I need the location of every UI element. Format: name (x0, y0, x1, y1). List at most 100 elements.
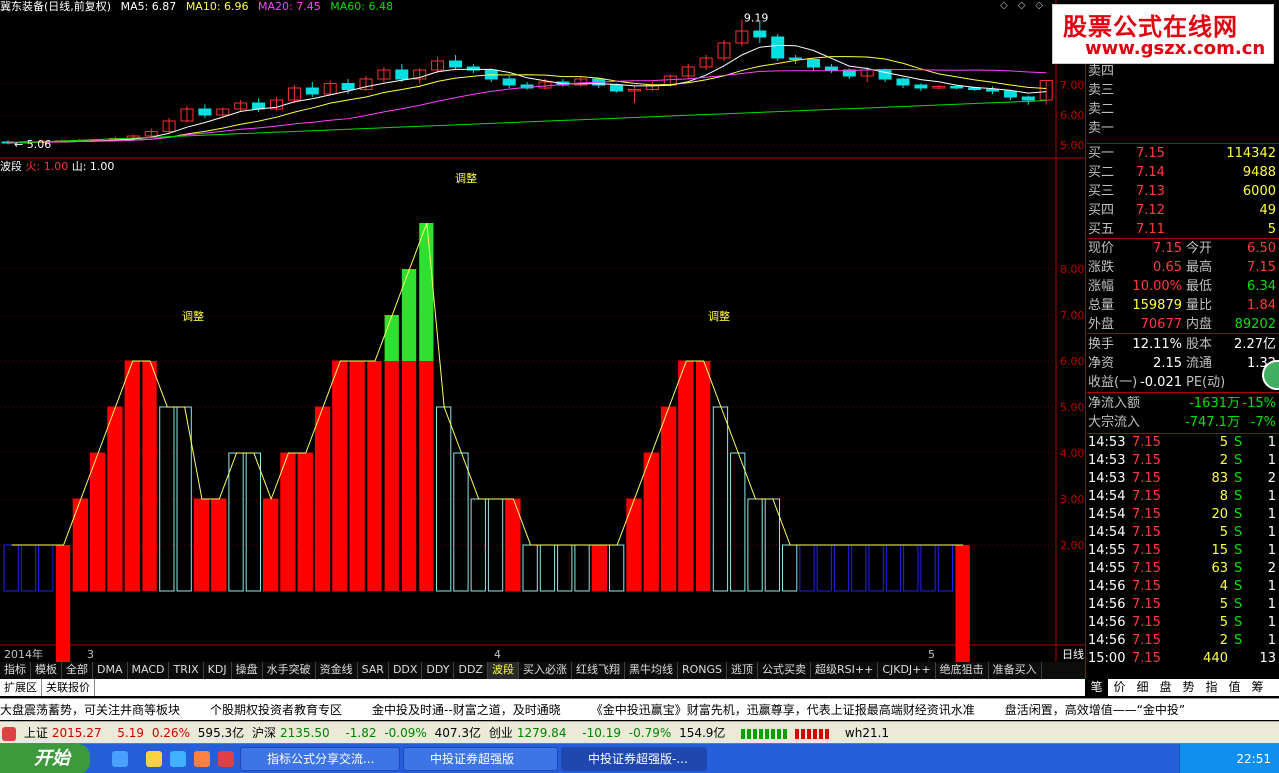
quote-tab-4[interactable]: 势 (1177, 679, 1200, 696)
adjust-note-1: 调整 (182, 309, 204, 323)
news-item[interactable]: 个股期权投资者教育专区 (210, 703, 342, 717)
base-bar (799, 544, 815, 592)
tick-price: 7.15 (1132, 597, 1161, 612)
tick-time: 14:56 (1088, 597, 1126, 612)
tick-price: 7.15 (1132, 579, 1161, 594)
quote-tab-7[interactable]: 筹 (1246, 679, 1269, 696)
tab-0[interactable]: 指标 (0, 662, 31, 679)
quote-tab-2[interactable]: 细 (1131, 679, 1154, 696)
base-bar (38, 544, 54, 592)
tab-21[interactable]: 超级RSI++ (811, 662, 879, 679)
quote-tab-0[interactable]: 笔 (1085, 679, 1108, 696)
tab-16[interactable]: 红线飞翔 (572, 662, 625, 679)
quicklaunch-icon-3[interactable] (170, 751, 186, 767)
tab-15[interactable]: 买入必涨 (519, 662, 572, 679)
fire-bar (314, 406, 331, 592)
flow-value: -747.1万 (1185, 415, 1240, 430)
base-bar (937, 544, 954, 592)
indicator-axis-label: 5.00 (1060, 401, 1085, 414)
ext-tab-1[interactable]: 关联报价 (42, 679, 95, 696)
sh-value: 2015.27 (51, 726, 102, 740)
tick-price: 7.15 (1132, 651, 1161, 666)
tab-22[interactable]: CJKDJ++ (878, 662, 936, 679)
quote-panel-tabs: 笔价细盘势指值筹 (1085, 679, 1279, 696)
stat-value: 70677 (1140, 317, 1182, 332)
quicklaunch-icon-1[interactable] (112, 751, 128, 767)
adjust-bar (539, 544, 556, 592)
tab-4[interactable]: MACD (128, 662, 170, 679)
news-item[interactable]: 金中投及时通--财富之道，及时通晓 (372, 703, 561, 717)
tick-row: 14:56 7.15 5 S 1 (1086, 613, 1279, 632)
news-item[interactable]: 《金中投迅赢宝》财富先机，迅赢尊享，代表上证报最高端财经资讯水准 (591, 703, 975, 717)
quote-tab-1[interactable]: 价 (1108, 679, 1131, 696)
taskbar-item-app[interactable]: 中投证券超强版-... (561, 747, 707, 771)
panel-divider (1087, 333, 1279, 334)
fire-bar (401, 361, 417, 591)
tab-3[interactable]: DMA (93, 662, 128, 679)
tick-price: 7.15 (1132, 561, 1161, 576)
sell-row: 卖四 (1086, 62, 1279, 81)
buy-row: 买四 7.12 49 (1086, 201, 1279, 220)
tab-13[interactable]: DDZ (454, 662, 488, 679)
news-item[interactable]: 盘活闲置，高效增值——“金中投” (1005, 703, 1185, 717)
fire-bar (591, 544, 608, 592)
tick-row: 14:56 7.15 2 S 1 (1086, 631, 1279, 650)
stat-value: 12.11% (1132, 337, 1182, 352)
tab-6[interactable]: KDJ (204, 662, 232, 679)
tick-row: 14:56 7.15 5 S 1 (1086, 595, 1279, 614)
quicklaunch-icon-4[interactable] (194, 751, 210, 767)
quicklaunch-icon-5[interactable] (218, 751, 234, 767)
tab-20[interactable]: 公式买卖 (758, 662, 812, 679)
breadth-bars-icon (741, 728, 788, 739)
adjust-bar (453, 452, 469, 592)
quote-tab-6[interactable]: 值 (1223, 679, 1246, 696)
indicator-axis-label: 3.00 (1060, 493, 1085, 506)
quote-tab-3[interactable]: 盘 (1154, 679, 1177, 696)
stat-row: 换手 12.11% 股本 2.27亿 (1086, 335, 1279, 354)
sh-label: 上证 (23, 726, 48, 740)
tick-row: 14:54 7.15 20 S 1 (1086, 505, 1279, 524)
kline-and-indicator-chart[interactable]: 7.00 6.00 5.00 9.19 ← 5.06 8.00 7.00 6.00 5.00 4.… (0, 0, 1085, 662)
tick-side: S (1234, 507, 1243, 522)
logo-title: 股票公式在线网 (1063, 13, 1238, 41)
tick-price: 7.15 (1132, 489, 1161, 504)
tab-1[interactable]: 模板 (31, 662, 62, 679)
stat-row: 外盘 70677 内盘 89202 (1086, 315, 1279, 334)
adjust-note-2: 调整 (455, 171, 477, 185)
tab-24[interactable]: 准备买入 (989, 662, 1042, 679)
tab-14[interactable]: 波段 (487, 662, 519, 679)
tab-10[interactable]: SAR (358, 662, 389, 679)
tick-count: 2 (1267, 561, 1276, 576)
buy-price: 7.12 (1136, 203, 1165, 218)
taskbar-item-folder[interactable]: 中投证券超强版 (403, 747, 558, 771)
window-controls[interactable]: ◇◇◇ (1000, 0, 1053, 11)
tab-7[interactable]: 操盘 (232, 662, 263, 679)
tab-19[interactable]: 逃顶 (727, 662, 759, 679)
quicklaunch-icon-2[interactable] (146, 751, 162, 767)
tab-5[interactable]: TRIX (169, 662, 204, 679)
tab-17[interactable]: 黑牛均线 (625, 662, 678, 679)
tab-23[interactable]: 绝底狙击 (936, 662, 989, 679)
base-bar (3, 544, 19, 592)
ext-tab-0[interactable]: 扩展区 (0, 679, 42, 696)
tick-volume: 5 (1219, 525, 1228, 540)
tick-side: S (1234, 615, 1243, 630)
tab-12[interactable]: DDY (422, 662, 455, 679)
price-high-label: 9.19 (744, 11, 769, 24)
tick-count: 1 (1267, 453, 1276, 468)
news-ticker[interactable]: 大盘震荡蓄势，可关注井商等板块 个股期权投资者教育专区 金中投及时通--财富之道，及… (0, 698, 1279, 720)
tab-18[interactable]: RONGS (678, 662, 728, 679)
tab-8[interactable]: 水手突破 (263, 662, 316, 679)
adjust-bar (730, 452, 746, 592)
news-item[interactable]: 大盘震荡蓄势，可关注井商等板块 (0, 703, 180, 717)
sh-change: 5.19 (117, 726, 145, 740)
tab-11[interactable]: DDX (389, 662, 423, 679)
ma5-label: MA5: 6.87 (120, 0, 177, 13)
sell-row: 卖三 (1086, 81, 1279, 100)
tick-time: 14:53 (1088, 453, 1126, 468)
quote-tab-5[interactable]: 指 (1200, 679, 1223, 696)
start-button[interactable]: 开始 (0, 744, 90, 773)
tab-2[interactable]: 全部 (62, 662, 93, 679)
taskbar-item-forum[interactable]: 指标公式分享交流... (240, 747, 400, 771)
tab-9[interactable]: 资金线 (316, 662, 358, 679)
